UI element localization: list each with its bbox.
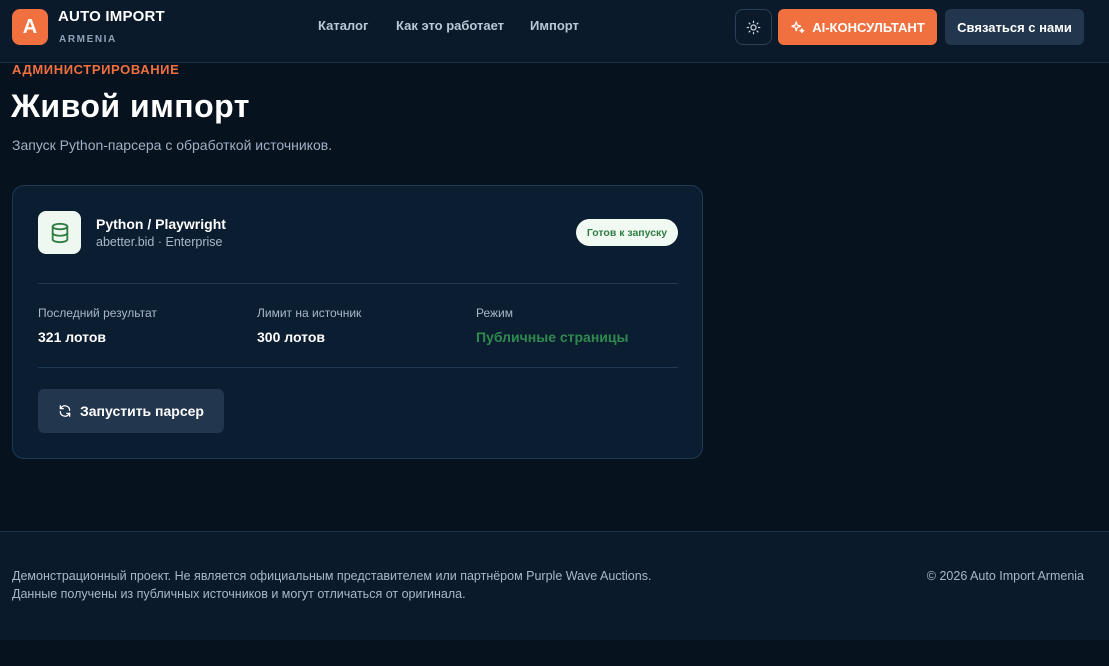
stat-label-last-result: Последний результат [38,306,157,320]
database-icon [38,211,81,254]
run-parser-label: Запустить парсер [80,403,204,419]
logo-icon[interactable]: A [12,9,48,45]
stat-value-last-result: 321 лотов [38,329,106,345]
status-badge: Готов к запуску [576,219,678,246]
theme-toggle-button[interactable] [735,9,772,45]
source-subtitle: abetter.bid · Enterprise [96,235,223,249]
sparkles-icon [791,20,805,33]
site-header: A AUTO IMPORT ARMENIA Каталог Как это ра… [0,0,1109,63]
ai-consultant-label: AI-КОНСУЛЬТАНТ [812,19,925,35]
divider [38,283,678,284]
stat-value-limit: 300 лотов [257,329,325,345]
parser-card: Python / Playwright abetter.bid · Enterp… [12,185,703,459]
stat-label-limit: Лимит на источник [257,306,362,320]
footer-data-note: Данные получены из публичных источников … [12,587,466,601]
brand-title[interactable]: AUTO IMPORT [58,8,165,25]
nav-link-catalog[interactable]: Каталог [318,18,368,33]
page-description: Запуск Python-парсера с обработкой источ… [12,137,333,153]
section-eyebrow: АДМИНИСТРИРОВАНИЕ [12,62,180,77]
brand-subtitle: ARMENIA [59,34,117,45]
stat-value-mode: Публичные страницы [476,329,629,345]
sun-icon [746,20,761,34]
nav-link-import[interactable]: Импорт [530,18,579,33]
site-footer: Демонстрационный проект. Не является офи… [0,531,1109,640]
footer-copyright: © 2026 Auto Import Armenia [926,569,1084,583]
ai-consultant-button[interactable]: AI-КОНСУЛЬТАНТ [778,9,937,45]
footer-disclaimer: Демонстрационный проект. Не является офи… [12,569,652,583]
stat-label-mode: Режим [476,306,513,320]
divider [38,367,678,368]
source-title: Python / Playwright [96,216,226,232]
nav-link-how-it-works[interactable]: Как это работает [396,18,504,33]
page-title: Живой импорт [11,88,250,124]
contact-button[interactable]: Связаться с нами [945,9,1084,45]
refresh-icon [59,405,71,417]
run-parser-button[interactable]: Запустить парсер [38,389,224,433]
